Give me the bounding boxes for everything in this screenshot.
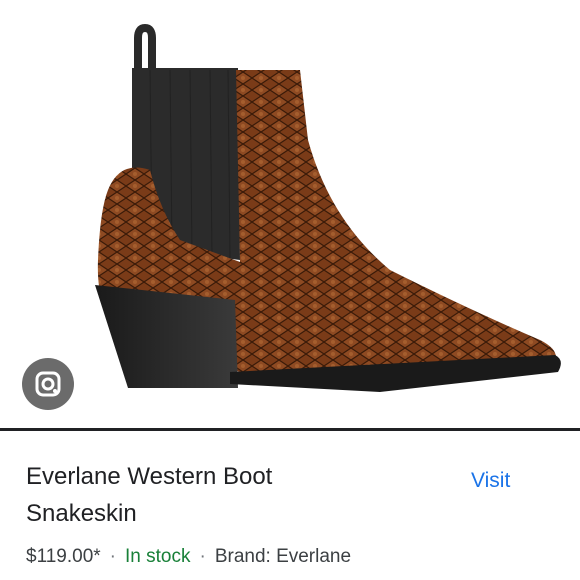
title-line-2: Snakeskin — [26, 500, 137, 527]
pull-tab — [134, 23, 156, 70]
stock-status: In stock — [125, 546, 191, 567]
boot-heel — [95, 285, 238, 388]
title-line-1: Everlane Western Boot — [26, 463, 273, 490]
separator-dot: · — [199, 546, 206, 567]
price: $119.00* — [26, 546, 101, 567]
product-title[interactable]: Everlane Western Boot Snakeskin — [26, 458, 446, 532]
brand: Brand: Everlane — [214, 546, 352, 567]
product-meta: $119.00* · In stock · Brand: Everlane — [26, 546, 351, 568]
product-image[interactable] — [0, 0, 580, 428]
lens-search-button[interactable] — [22, 358, 74, 410]
lens-camera-icon — [35, 371, 61, 397]
divider — [0, 428, 580, 431]
visit-link[interactable]: Visit — [471, 469, 510, 493]
separator-dot: · — [109, 546, 116, 567]
